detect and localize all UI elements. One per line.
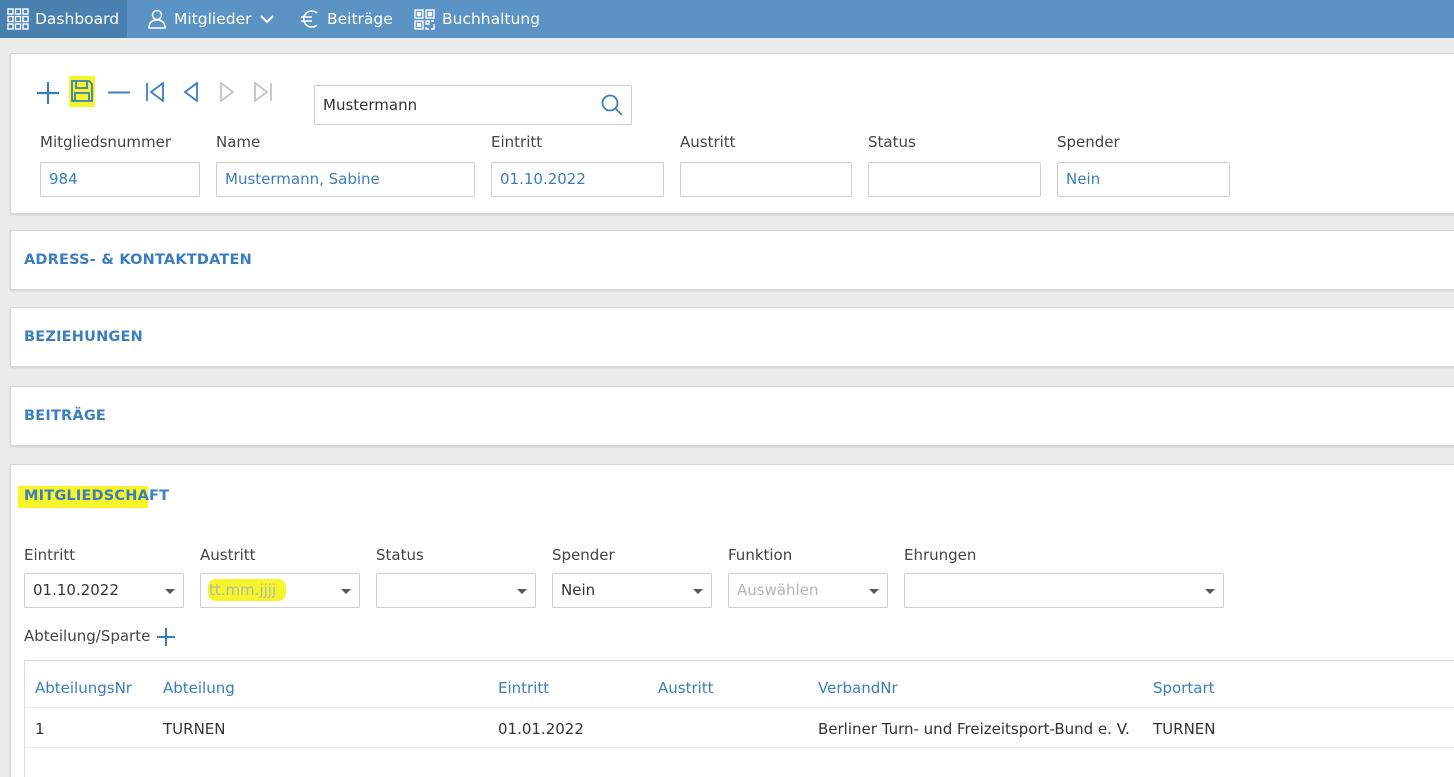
select-ms-funktion-placeholder: Auswählen xyxy=(737,581,819,599)
caret-down-icon xyxy=(517,589,527,594)
caret-down-icon xyxy=(165,589,175,594)
abteilung-table: AbteilungsNr Abteilung Eintritt Austritt… xyxy=(24,660,1454,777)
section-beziehungen-title: BEZIEHUNGEN xyxy=(24,329,143,345)
label-ms-status: Status xyxy=(376,546,424,564)
section-adress[interactable]: ADRESS- & KONTAKTDATEN xyxy=(10,230,1454,290)
table-cell: 1 xyxy=(35,720,45,738)
select-ms-spender[interactable]: Nein xyxy=(552,573,712,608)
caret-down-icon xyxy=(693,589,703,594)
label-spender: Spender xyxy=(1057,133,1120,151)
field-name[interactable]: Mustermann, Sabine xyxy=(216,162,475,197)
select-ms-status[interactable] xyxy=(376,573,536,608)
user-icon xyxy=(148,9,166,29)
field-austritt[interactable] xyxy=(680,162,852,197)
label-abteilung-sparte: Abteilung/Sparte xyxy=(24,627,151,645)
label-name: Name xyxy=(216,133,261,151)
delete-icon[interactable] xyxy=(108,91,130,94)
column-header[interactable]: Eintritt xyxy=(498,679,549,697)
label-ms-funktion: Funktion xyxy=(728,546,793,564)
field-spender[interactable]: Nein xyxy=(1057,162,1230,197)
label-ms-austritt: Austritt xyxy=(200,546,256,564)
field-eintritt[interactable]: 01.10.2022 xyxy=(491,162,664,197)
euro-icon xyxy=(300,9,320,29)
nav-beitraege-label: Beiträge xyxy=(327,10,393,28)
label-ms-spender: Spender xyxy=(552,546,615,564)
label-status: Status xyxy=(868,133,916,151)
search-icon[interactable] xyxy=(601,94,623,120)
first-record-icon[interactable] xyxy=(145,82,165,102)
member-header-card: Mitgliedsnummer 984 Name Mustermann, Sab… xyxy=(10,53,1454,214)
grid-icon xyxy=(7,8,29,30)
divider xyxy=(25,707,1454,708)
top-navigation: Dashboard Mitglieder Beiträge Buchhaltun… xyxy=(0,0,1454,38)
add-icon[interactable] xyxy=(37,82,59,104)
member-search xyxy=(314,85,632,125)
table-cell: 01.01.2022 xyxy=(498,720,584,738)
chevron-down-icon xyxy=(259,14,274,24)
select-ms-eintritt[interactable]: 01.10.2022 xyxy=(24,573,184,608)
add-abteilung-icon[interactable] xyxy=(156,627,176,647)
nav-beitraege[interactable]: Beiträge xyxy=(300,0,393,38)
section-beitraege[interactable]: BEITRÄGE xyxy=(10,386,1454,446)
section-mitgliedschaft: MITGLIEDSCHAFT Eintritt 01.10.2022 Austr… xyxy=(10,464,1454,777)
caret-down-icon xyxy=(1205,589,1215,594)
column-header[interactable]: AbteilungsNr xyxy=(35,679,132,697)
save-icon[interactable] xyxy=(71,80,93,102)
nav-dashboard-label: Dashboard xyxy=(35,10,120,28)
next-record-icon[interactable] xyxy=(218,82,236,102)
caret-down-icon xyxy=(869,589,879,594)
search-input[interactable] xyxy=(315,86,595,124)
caret-down-icon xyxy=(341,589,351,594)
table-cell: Berliner Turn- und Freizeitsport-Bund e.… xyxy=(818,720,1130,738)
qr-icon xyxy=(414,8,435,30)
select-ms-austritt-placeholder: tt.mm.jjjj xyxy=(209,581,277,599)
label-eintritt: Eintritt xyxy=(491,133,543,151)
column-header[interactable]: Austritt xyxy=(658,679,714,697)
table-cell: TURNEN xyxy=(163,720,226,738)
field-mitgliedsnummer[interactable]: 984 xyxy=(40,162,200,197)
column-header[interactable]: VerbandNr xyxy=(818,679,898,697)
field-status[interactable] xyxy=(868,162,1041,197)
nav-mitglieder[interactable]: Mitglieder xyxy=(148,0,274,38)
label-ms-ehrungen: Ehrungen xyxy=(904,546,977,564)
select-ms-funktion[interactable]: Auswählen xyxy=(728,573,888,608)
divider xyxy=(25,747,1454,748)
section-beitraege-title: BEITRÄGE xyxy=(24,408,107,424)
select-ms-spender-value: Nein xyxy=(561,581,596,599)
label-austritt: Austritt xyxy=(680,133,736,151)
section-beziehungen[interactable]: BEZIEHUNGEN xyxy=(10,307,1454,367)
column-header[interactable]: Sportart xyxy=(1153,679,1215,697)
select-ms-eintritt-value: 01.10.2022 xyxy=(33,581,119,599)
table-cell: TURNEN xyxy=(1153,720,1216,738)
last-record-icon[interactable] xyxy=(253,82,273,102)
select-ms-ehrungen[interactable] xyxy=(904,573,1224,608)
nav-buchhaltung-label: Buchhaltung xyxy=(442,10,540,28)
label-ms-eintritt: Eintritt xyxy=(24,546,76,564)
nav-dashboard[interactable]: Dashboard xyxy=(0,0,127,38)
previous-record-icon[interactable] xyxy=(182,82,200,102)
section-adress-title: ADRESS- & KONTAKTDATEN xyxy=(24,252,252,268)
section-mitgliedschaft-title[interactable]: MITGLIEDSCHAFT xyxy=(24,488,169,504)
nav-mitglieder-label: Mitglieder xyxy=(174,10,252,28)
select-ms-austritt[interactable]: tt.mm.jjjj xyxy=(200,573,360,608)
column-header[interactable]: Abteilung xyxy=(163,679,235,697)
nav-buchhaltung[interactable]: Buchhaltung xyxy=(414,0,540,38)
label-mitgliedsnummer: Mitgliedsnummer xyxy=(40,133,172,151)
